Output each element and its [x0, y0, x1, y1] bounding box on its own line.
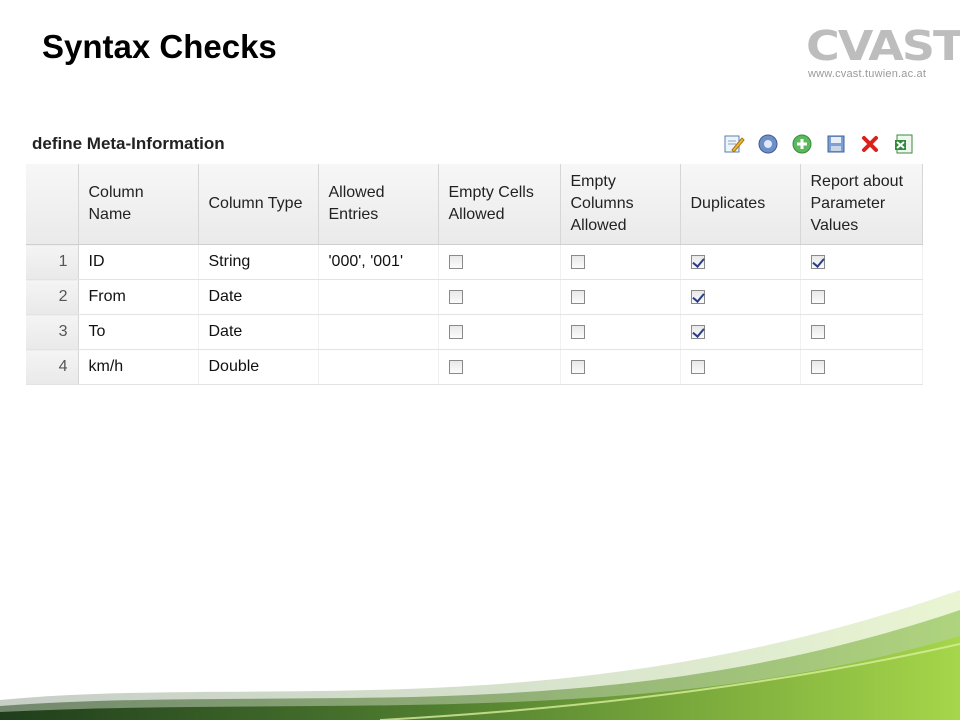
column-header[interactable]: Report about Parameter Values [800, 164, 923, 245]
edit-icon [724, 135, 745, 153]
report-parameter-values-checkbox[interactable] [810, 359, 825, 374]
duplicates-checkbox[interactable] [690, 289, 705, 304]
empty-cells-allowed-checkbox[interactable] [448, 324, 463, 339]
add-icon [792, 134, 812, 154]
panel-header: define Meta-Information [26, 124, 922, 164]
report-parameter-values-checkbox[interactable] [810, 254, 825, 269]
column-name-cell[interactable]: km/h [78, 349, 199, 385]
logo-url: www.cvast.tuwien.ac.at [808, 68, 927, 80]
column-header[interactable]: Allowed Entries [318, 164, 439, 245]
excel-export-icon [895, 134, 913, 154]
delete-icon [862, 136, 878, 152]
excel-export-button[interactable] [892, 132, 916, 156]
meta-information-panel: define Meta-Information Column Name Colu… [26, 124, 923, 385]
duplicates-cell [680, 349, 801, 385]
toolbar [722, 132, 916, 156]
info-button[interactable] [756, 132, 780, 156]
empty-cells-allowed-checkbox[interactable] [448, 254, 463, 269]
logo-text: CVAST [806, 21, 960, 71]
table-row[interactable]: 1 ID String '000', '001' [26, 244, 923, 280]
panel-title: define Meta-Information [32, 134, 225, 153]
empty-cells-allowed-checkbox[interactable] [448, 359, 463, 374]
allowed-entries-cell[interactable] [318, 349, 439, 385]
empty-columns-allowed-checkbox[interactable] [570, 324, 585, 339]
allowed-entries-cell[interactable] [318, 279, 439, 315]
duplicates-checkbox[interactable] [690, 324, 705, 339]
add-button[interactable] [790, 132, 814, 156]
report-parameter-values-checkbox[interactable] [810, 324, 825, 339]
row-number: 4 [26, 349, 79, 385]
empty-columns-allowed-cell [560, 244, 681, 280]
report-parameter-values-cell [800, 279, 923, 315]
report-parameter-values-cell [800, 244, 923, 280]
column-header[interactable]: Empty Cells Allowed [438, 164, 561, 245]
table-row[interactable]: 2 From Date [26, 279, 923, 315]
column-header[interactable]: Column Name [78, 164, 199, 245]
decorative-wave [0, 590, 960, 720]
empty-cells-allowed-cell [438, 244, 561, 280]
empty-cells-allowed-cell [438, 279, 561, 315]
table-body: 1 ID String '000', '001' 2 From Date 3 To Date 4 km… [26, 244, 923, 385]
empty-columns-allowed-checkbox[interactable] [570, 289, 585, 304]
report-parameter-values-checkbox[interactable] [810, 289, 825, 304]
empty-columns-allowed-checkbox[interactable] [570, 254, 585, 269]
meta-information-table: Column Name Column Type Allowed Entries … [26, 164, 923, 385]
empty-columns-allowed-cell [560, 279, 681, 315]
table-row[interactable]: 4 km/h Double [26, 349, 923, 385]
save-icon [827, 135, 845, 153]
duplicates-cell [680, 279, 801, 315]
report-parameter-values-cell [800, 314, 923, 350]
empty-cells-allowed-cell [438, 349, 561, 385]
column-type-cell[interactable]: Date [198, 314, 319, 350]
delete-button[interactable] [858, 132, 882, 156]
row-number: 3 [26, 314, 79, 350]
table-row[interactable]: 3 To Date [26, 314, 923, 350]
save-button[interactable] [824, 132, 848, 156]
rownum-header [26, 164, 79, 245]
empty-columns-allowed-cell [560, 349, 681, 385]
empty-cells-allowed-cell [438, 314, 561, 350]
column-type-cell[interactable]: String [198, 244, 319, 280]
allowed-entries-cell[interactable] [318, 314, 439, 350]
report-parameter-values-cell [800, 349, 923, 385]
info-icon [758, 134, 778, 154]
column-header[interactable]: Column Type [198, 164, 319, 245]
duplicates-checkbox[interactable] [690, 359, 705, 374]
empty-columns-allowed-checkbox[interactable] [570, 359, 585, 374]
duplicates-cell [680, 314, 801, 350]
header-row: Column Name Column Type Allowed Entries … [26, 164, 923, 245]
column-type-cell[interactable]: Double [198, 349, 319, 385]
duplicates-checkbox[interactable] [690, 254, 705, 269]
column-type-cell[interactable]: Date [198, 279, 319, 315]
row-number: 1 [26, 244, 79, 280]
empty-cells-allowed-checkbox[interactable] [448, 289, 463, 304]
cvast-logo: CVAST www.cvast.tuwien.ac.at [806, 21, 960, 86]
column-name-cell[interactable]: ID [78, 244, 199, 280]
slide-title: Syntax Checks [42, 28, 277, 65]
allowed-entries-cell[interactable]: '000', '001' [318, 244, 439, 280]
column-name-cell[interactable]: From [78, 279, 199, 315]
column-header[interactable]: Duplicates [680, 164, 801, 245]
column-header[interactable]: Empty Columns Allowed [560, 164, 681, 245]
duplicates-cell [680, 244, 801, 280]
column-name-cell[interactable]: To [78, 314, 199, 350]
empty-columns-allowed-cell [560, 314, 681, 350]
row-number: 2 [26, 279, 79, 315]
edit-button[interactable] [722, 132, 746, 156]
